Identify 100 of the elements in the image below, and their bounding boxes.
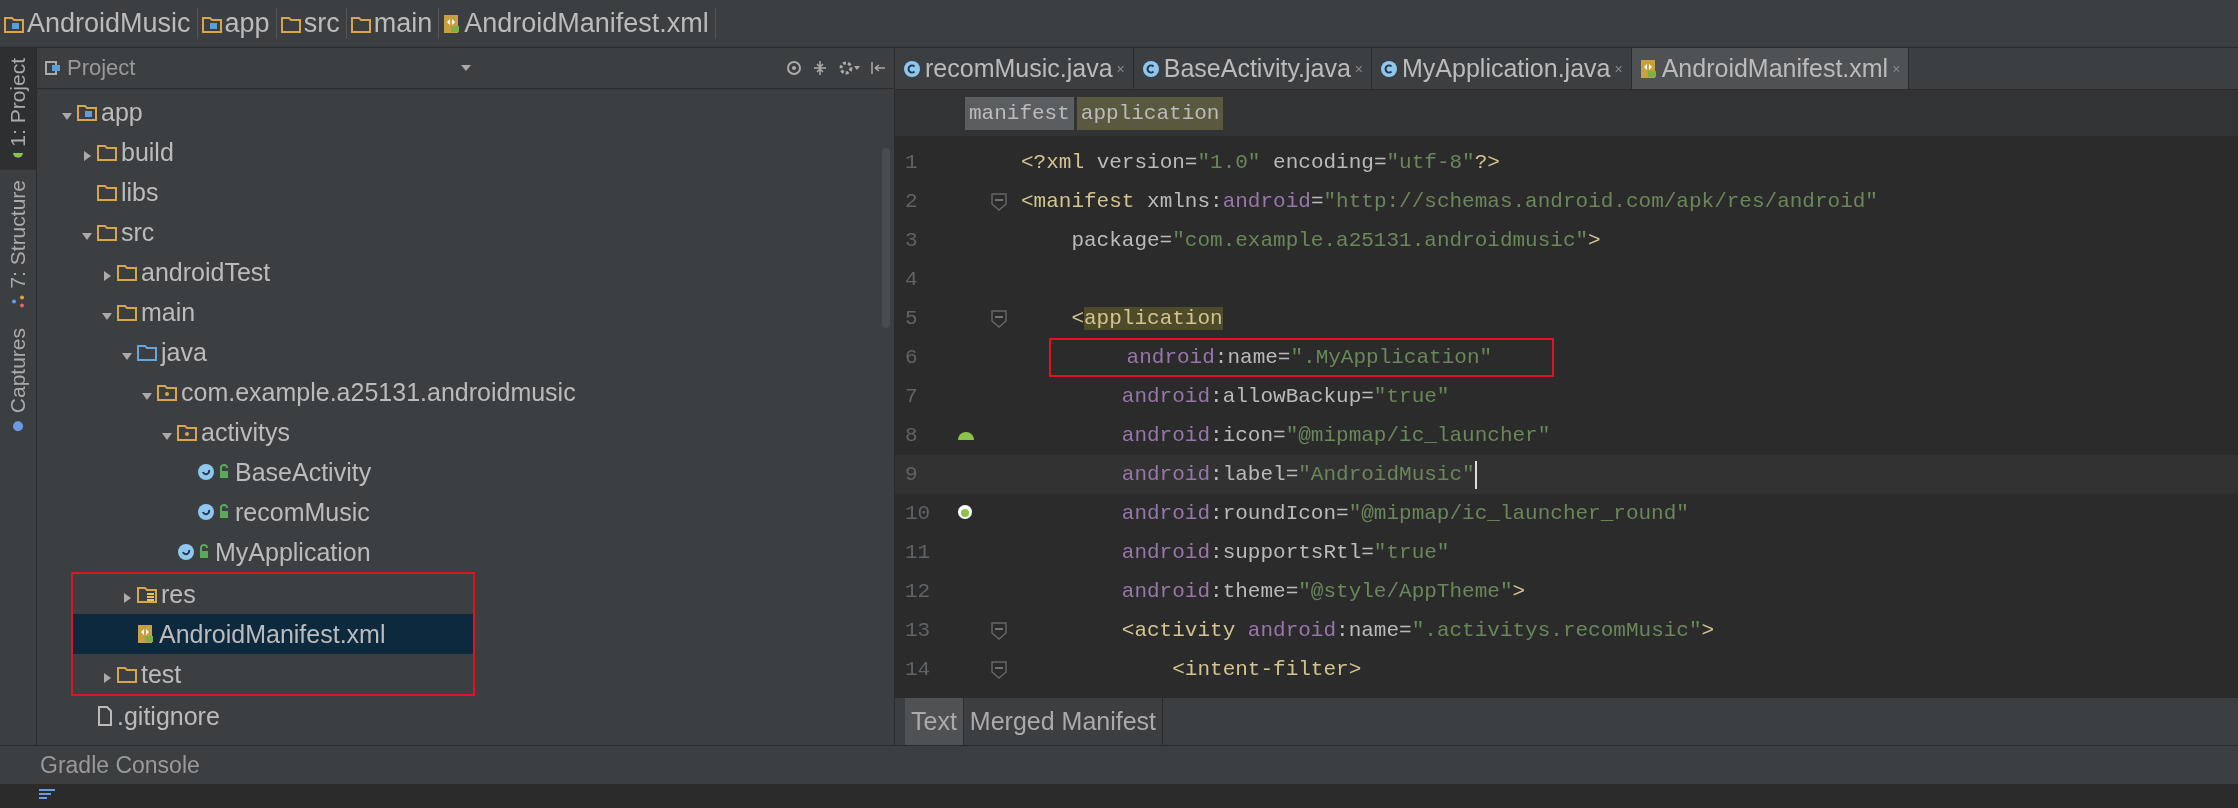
editor-tab[interactable]: recomMusic.java ×: [895, 48, 1134, 89]
module-folder-icon: [4, 14, 24, 33]
tree-item[interactable]: AndroidManifest.xml: [73, 614, 473, 654]
breadcrumb-item[interactable]: src: [280, 8, 347, 39]
class-icon: [197, 502, 231, 522]
tree-item[interactable]: build: [37, 132, 894, 172]
close-button[interactable]: ×: [1116, 60, 1125, 77]
folder-icon: [97, 143, 117, 161]
class-icon: [1141, 59, 1160, 78]
collapsed-arrow-icon[interactable]: [102, 270, 112, 281]
tree-item[interactable]: MyApplication: [37, 532, 894, 572]
package-icon: [157, 383, 177, 401]
line-number: 13: [904, 619, 932, 642]
collapsed-arrow-icon[interactable]: [82, 150, 92, 161]
close-button[interactable]: ×: [1614, 60, 1623, 77]
manifest-file-icon: [443, 13, 462, 34]
expanded-arrow-icon[interactable]: [102, 310, 112, 321]
tool-window-tab[interactable]: Captures: [0, 318, 36, 444]
settings-icon[interactable]: [838, 60, 860, 76]
tree-item[interactable]: .gitignore: [37, 696, 894, 736]
tool-window-tab[interactable]: 7: Structure: [0, 169, 36, 319]
code-line: android:theme="@style/AppTheme">: [1120, 580, 1526, 603]
tag-path-item[interactable]: manifest: [965, 96, 1074, 130]
close-button[interactable]: ×: [1354, 60, 1364, 77]
line-number: 12: [904, 580, 932, 603]
tree-item[interactable]: app: [37, 92, 894, 132]
tree-item[interactable]: res: [73, 574, 473, 614]
code-line: <?xml version="1.0" encoding="utf-8"?>: [1020, 151, 1500, 174]
folder-icon: [117, 303, 137, 321]
code-line: <intent-filter>: [1171, 658, 1362, 681]
fold-marker-icon[interactable]: [991, 309, 1007, 328]
folder-icon: [97, 223, 117, 241]
source-folder-icon: [137, 343, 157, 361]
line-number: 6: [904, 346, 919, 369]
tree-item[interactable]: java: [37, 332, 894, 372]
line-number: 8: [904, 424, 919, 447]
editor-mode-tab[interactable]: Merged Manifest: [963, 698, 1164, 745]
line-number: 11: [904, 541, 932, 564]
breadcrumb-item[interactable]: AndroidMusic: [4, 8, 198, 39]
fold-marker-icon[interactable]: [991, 660, 1007, 679]
code-line: package="com.example.a25131.androidmusic">: [1070, 229, 1601, 252]
code-line: android:supportsRtl="true": [1120, 541, 1450, 564]
target-icon[interactable]: [786, 60, 802, 76]
breadcrumb-item[interactable]: app: [201, 8, 277, 39]
expanded-arrow-icon[interactable]: [82, 230, 92, 241]
editor-tab[interactable]: MyApplication.java ×: [1372, 48, 1632, 89]
tree-item[interactable]: BaseActivity: [37, 452, 894, 492]
code-line: <manifest xmlns:android="http://schemas.android.com/apk/res/android": [1020, 190, 1878, 213]
expanded-arrow-icon[interactable]: [142, 390, 152, 401]
class-icon: [903, 59, 921, 78]
expanded-arrow-icon[interactable]: [162, 430, 172, 441]
tool-window-tab[interactable]: 1: Project: [0, 48, 36, 170]
collapsed-arrow-icon[interactable]: [122, 592, 132, 603]
structure-icon: [11, 294, 25, 309]
project-view-icon: [45, 60, 61, 76]
package-icon: [177, 423, 197, 441]
class-icon: [177, 542, 211, 562]
hide-panel-icon[interactable]: [870, 60, 886, 76]
code-line: <activity android:name=".activitys.recomMusic">: [1120, 619, 1715, 642]
collapse-icon[interactable]: [812, 60, 828, 76]
panel-title: Project: [67, 55, 136, 81]
folder-icon: [280, 14, 301, 33]
wrap-icon[interactable]: [38, 788, 56, 802]
fold-marker-icon[interactable]: [991, 192, 1007, 211]
file-icon: [97, 706, 113, 726]
editor-mode-tab[interactable]: Text: [905, 698, 964, 745]
android-icon: [11, 152, 25, 160]
tree-item[interactable]: activitys: [37, 412, 894, 452]
collapsed-arrow-icon[interactable]: [102, 672, 112, 683]
code-line: android:roundIcon="@mipmap/ic_launcher_round": [1120, 502, 1689, 525]
code-line: android:icon="@mipmap/ic_launcher": [1120, 424, 1551, 447]
module-folder-icon: [201, 14, 222, 33]
folder-icon: [350, 14, 371, 33]
resource-folder-icon: [137, 585, 157, 603]
tree-item[interactable]: recomMusic: [37, 492, 894, 532]
fold-marker-icon[interactable]: [991, 621, 1007, 640]
dropdown-caret-icon[interactable]: [461, 64, 472, 72]
line-number: 7: [904, 385, 919, 408]
manifest-file-icon: [1639, 58, 1658, 79]
line-number: 10: [904, 502, 932, 525]
module-folder-icon: [77, 103, 97, 121]
tree-item[interactable]: src: [37, 212, 894, 252]
breadcrumb-item[interactable]: main: [350, 8, 440, 39]
tree-item[interactable]: main: [37, 292, 894, 332]
tree-item[interactable]: libs: [37, 172, 894, 212]
line-number: 5: [904, 307, 919, 330]
tree-item[interactable]: androidTest: [37, 252, 894, 292]
folder-icon: [97, 183, 117, 201]
editor-tab[interactable]: BaseActivity.java ×: [1133, 48, 1373, 89]
folder-icon: [117, 263, 137, 281]
editor-tab[interactable]: AndroidManifest.xml ×: [1631, 48, 1910, 89]
tag-path-item[interactable]: application: [1076, 96, 1224, 130]
code-line: android:allowBackup="true": [1120, 385, 1450, 408]
tree-item[interactable]: com.example.a25131.androidmusic: [37, 372, 894, 412]
expanded-arrow-icon[interactable]: [62, 110, 72, 121]
tree-item[interactable]: test: [73, 654, 473, 694]
class-icon: [1380, 59, 1399, 78]
expanded-arrow-icon[interactable]: [122, 350, 132, 361]
line-number: 14: [904, 658, 932, 681]
breadcrumb-item[interactable]: AndroidManifest.xml: [443, 8, 716, 39]
